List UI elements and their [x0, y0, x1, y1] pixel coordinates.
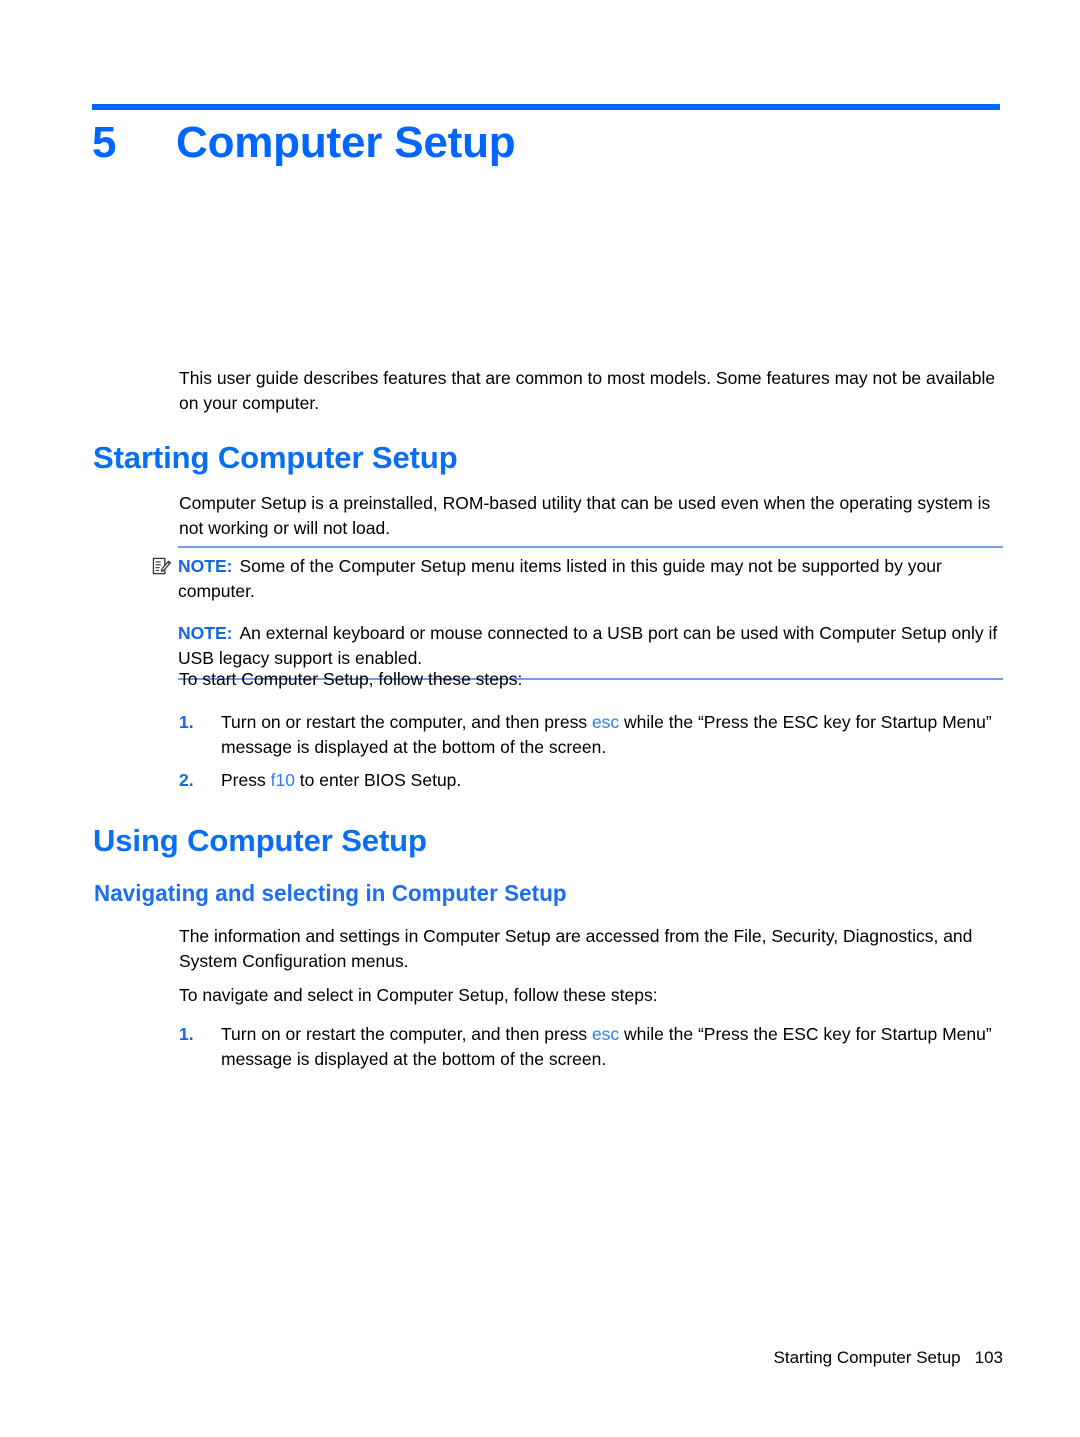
intro-paragraph: This user guide describes features that … — [179, 368, 996, 413]
steps-lead-in-starting: To start Computer Setup, follow these st… — [179, 669, 523, 689]
section-paragraph-starting: Computer Setup is a preinstalled, ROM-ba… — [179, 493, 991, 538]
document-page: 5 Computer Setup This user guide describe… — [0, 0, 1080, 1437]
step-text: Press f10 to enter BIOS Setup. — [221, 768, 1003, 793]
step-item: 2. Press f10 to enter BIOS Setup. — [179, 768, 1003, 793]
page-title: 5 Computer Setup — [92, 118, 1012, 168]
note-label: NOTE: — [178, 623, 233, 643]
step-item: 1. Turn on or restart the computer, and … — [179, 710, 1003, 760]
step-text-part: to enter BIOS Setup. — [294, 770, 462, 790]
section-heading-using-computer-setup: Using Computer Setup — [93, 823, 427, 858]
step-number: 1. — [179, 712, 194, 732]
note-item: NOTE: An external keyboard or mouse conne… — [178, 621, 1003, 671]
key-label-esc: esc — [591, 712, 620, 732]
key-label-f10: f10 — [270, 770, 295, 790]
step-text-part: Turn on or restart the computer, and the… — [221, 712, 592, 732]
note-block: NOTE: Some of the Computer Setup menu ite… — [152, 546, 1003, 680]
footer-page-number: 103 — [974, 1348, 1003, 1367]
step-item: 1. Turn on or restart the computer, and … — [179, 1022, 1003, 1072]
section-heading-starting-computer-setup: Starting Computer Setup — [93, 440, 458, 475]
step-text: Turn on or restart the computer, and the… — [221, 1022, 1003, 1072]
note-text: An external keyboard or mouse connected … — [178, 623, 998, 668]
note-item: NOTE: Some of the Computer Setup menu ite… — [152, 554, 1003, 604]
section-paragraph-navigating: The information and settings in Computer… — [179, 926, 973, 971]
step-number: 1. — [179, 1024, 194, 1044]
chapter-title-text: Computer Setup — [176, 118, 516, 167]
note-text: Some of the Computer Setup menu items li… — [178, 556, 942, 601]
chapter-rule — [92, 104, 1000, 110]
step-text: Turn on or restart the computer, and the… — [221, 710, 1003, 760]
subsection-heading-navigating: Navigating and selecting in Computer Set… — [94, 880, 567, 906]
footer-running-title: Starting Computer Setup — [773, 1348, 961, 1367]
step-number: 2. — [179, 770, 194, 790]
step-text-part: Turn on or restart the computer, and the… — [221, 1024, 592, 1044]
note-label: NOTE: — [178, 556, 233, 576]
step-text-part: Press — [221, 770, 271, 790]
note-pencil-icon — [152, 557, 171, 576]
steps-lead-in-navigating: To navigate and select in Computer Setup… — [179, 985, 658, 1005]
page-footer: Starting Computer Setup 103 — [0, 1348, 1003, 1368]
chapter-number: 5 — [92, 118, 117, 167]
key-label-esc: esc — [591, 1024, 620, 1044]
